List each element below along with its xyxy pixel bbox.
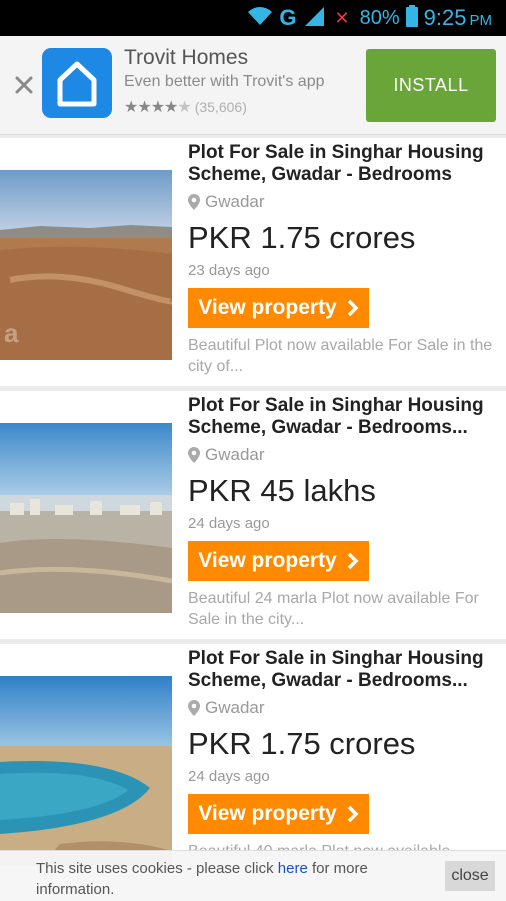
battery-percent: 80%: [359, 6, 400, 29]
listing-location: Gwadar: [188, 192, 265, 212]
listing-price: PKR 1.75 crores: [188, 220, 416, 255]
clock-ampm: PM: [469, 12, 493, 29]
clock-time: 9:25: [423, 5, 467, 30]
close-banner-icon[interactable]: [13, 74, 35, 96]
listing-title[interactable]: Plot For Sale in Singhar Housing Scheme,…: [188, 648, 498, 692]
view-property-label: View property: [198, 802, 337, 825]
listing-description: Beautiful Plot now available For Sale in…: [188, 337, 493, 375]
chevron-right-icon: [347, 552, 359, 570]
rating-count: (35,606): [194, 99, 247, 115]
listing-price: PKR 45 lakhs: [188, 473, 376, 508]
view-property-label: View property: [198, 296, 337, 319]
install-button[interactable]: INSTALL: [366, 49, 496, 122]
chevron-right-icon: [347, 299, 359, 317]
battery-icon: [405, 4, 418, 32]
listing-title[interactable]: Plot For Sale in Singhar Housing Scheme,…: [188, 142, 498, 186]
location-text: Gwadar: [205, 445, 265, 464]
signal-icon: [303, 5, 325, 32]
cookie-text: This site uses cookies - please click he…: [36, 858, 416, 900]
listing-posted: 23 days ago: [188, 262, 270, 279]
listing-photo[interactable]: [0, 676, 172, 866]
photo-watermark: a: [4, 318, 19, 348]
listing-card[interactable]: a Plot For Sale in Singhar Housing Schem…: [0, 138, 506, 386]
banner-app-title: Trovit Homes: [124, 46, 249, 69]
listing-location: Gwadar: [188, 698, 265, 718]
listing-location: Gwadar: [188, 445, 265, 465]
cookie-close-button[interactable]: close: [445, 861, 495, 891]
view-property-label: View property: [198, 549, 337, 572]
rating-stars-icon: ★★★★★: [124, 99, 192, 116]
listing-posted: 24 days ago: [188, 768, 270, 785]
listing-photo[interactable]: [0, 423, 172, 613]
listing-photo[interactable]: a: [0, 170, 172, 360]
location-pin-icon: [188, 447, 200, 463]
banner-app-subtitle: Even better with Trovit's app: [124, 73, 325, 90]
wifi-icon: [247, 6, 273, 31]
view-property-button[interactable]: View property: [188, 288, 369, 328]
cookie-notice: This site uses cookies - please click he…: [0, 850, 506, 901]
cookie-info-link[interactable]: here: [278, 860, 308, 877]
app-rating: ★★★★★ (35,606): [124, 97, 247, 117]
listing-title[interactable]: Plot For Sale in Singhar Housing Scheme,…: [188, 395, 498, 439]
view-property-button[interactable]: View property: [188, 794, 369, 834]
no-sim-icon: ✕: [334, 7, 350, 28]
clock: 9:25 PM: [424, 5, 492, 31]
listing-posted: 24 days ago: [188, 515, 270, 532]
cookie-text-before: This site uses cookies - please click: [36, 860, 278, 877]
trovit-logo: [42, 48, 112, 118]
listing-card[interactable]: Plot For Sale in Singhar Housing Scheme,…: [0, 391, 506, 639]
network-type: G: [279, 5, 297, 30]
listing-description: Beautiful 24 marla Plot now available Fo…: [188, 590, 479, 628]
status-bar: G ✕ 80% 9:25 PM: [0, 0, 506, 36]
app-install-banner: Trovit Homes Even better with Trovit's a…: [0, 36, 506, 135]
listing-price: PKR 1.75 crores: [188, 726, 416, 761]
house-icon: [57, 61, 97, 107]
location-pin-icon: [188, 700, 200, 716]
chevron-right-icon: [347, 805, 359, 823]
location-text: Gwadar: [205, 698, 265, 717]
location-text: Gwadar: [205, 192, 265, 211]
view-property-button[interactable]: View property: [188, 541, 369, 581]
status-icons: G ✕ 80% 9:25 PM: [247, 0, 492, 36]
location-pin-icon: [188, 194, 200, 210]
